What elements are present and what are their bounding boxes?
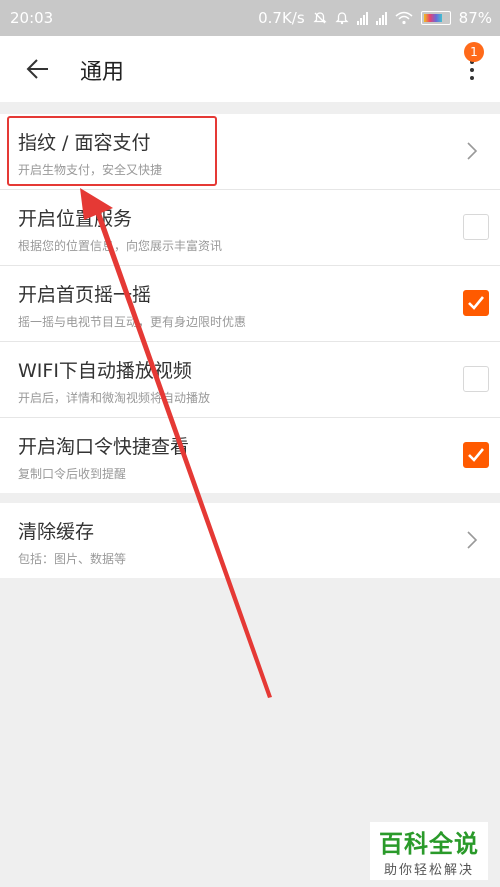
setting-title: 开启位置服务 xyxy=(18,208,133,230)
signal-icon-2 xyxy=(375,11,387,25)
shake-checkbox[interactable] xyxy=(463,290,489,316)
taokouling-checkbox[interactable] xyxy=(463,442,489,468)
battery-icon xyxy=(420,11,451,25)
status-bar: 20:03 0.7K/s 87% xyxy=(0,0,500,36)
setting-wifi-autoplay: WIFI下自动播放视频 开启后，详情和微淘视频将自动播放 xyxy=(0,342,500,418)
mute-icon xyxy=(313,12,327,24)
setting-subtitle: 包括：图片、数据等 xyxy=(18,552,127,566)
setting-clear-cache[interactable]: 清除缓存 包括：图片、数据等 xyxy=(0,503,500,578)
page-title: 通用 xyxy=(80,60,125,85)
setting-title: 开启首页摇一摇 xyxy=(18,284,152,306)
signal-icon xyxy=(356,11,368,25)
watermark-subtitle: 助你轻松解决 xyxy=(383,863,474,878)
location-checkbox[interactable] xyxy=(463,214,489,240)
wifi-autoplay-checkbox[interactable] xyxy=(463,366,489,392)
setting-title: 开启淘口令快捷查看 xyxy=(18,436,190,458)
status-icons: 0.7K/s 87% xyxy=(258,9,492,27)
annotation-highlight-box xyxy=(7,116,217,186)
cache-section: 清除缓存 包括：图片、数据等 xyxy=(0,503,500,578)
net-speed: 0.7K/s xyxy=(258,9,305,27)
wifi-icon xyxy=(395,11,413,25)
watermark-logo: 百科全说 助你轻松解决 xyxy=(370,822,488,880)
setting-subtitle: 摇一摇与电视节目互动，更有身边限时优惠 xyxy=(18,315,247,329)
notification-badge: 1 xyxy=(464,42,484,62)
battery-percent: 87% xyxy=(458,9,492,27)
checkmark-icon xyxy=(468,296,485,310)
setting-subtitle: 开启后，详情和微淘视频将自动播放 xyxy=(18,391,211,405)
setting-taokouling: 开启淘口令快捷查看 复制口令后收到提醒 xyxy=(0,418,500,493)
checkmark-icon xyxy=(468,448,485,462)
setting-subtitle: 根据您的位置信息，向您展示丰富资讯 xyxy=(18,239,223,253)
app-header: 通用 1 xyxy=(0,36,500,102)
chevron-right-icon xyxy=(467,531,478,549)
setting-shake: 开启首页摇一摇 摇一摇与电视节目互动，更有身边限时优惠 xyxy=(0,266,500,342)
setting-location-service: 开启位置服务 根据您的位置信息，向您展示丰富资讯 xyxy=(0,190,500,266)
alarm-icon xyxy=(335,12,349,25)
chevron-right-icon xyxy=(467,142,478,160)
back-arrow-icon[interactable] xyxy=(24,55,52,83)
setting-subtitle: 复制口令后收到提醒 xyxy=(18,467,127,481)
status-time: 20:03 xyxy=(10,9,54,27)
watermark-title: 百科全说 xyxy=(379,830,479,858)
setting-title: WIFI下自动播放视频 xyxy=(18,360,192,382)
more-vertical-icon[interactable] xyxy=(466,60,478,86)
setting-title: 清除缓存 xyxy=(18,521,95,543)
